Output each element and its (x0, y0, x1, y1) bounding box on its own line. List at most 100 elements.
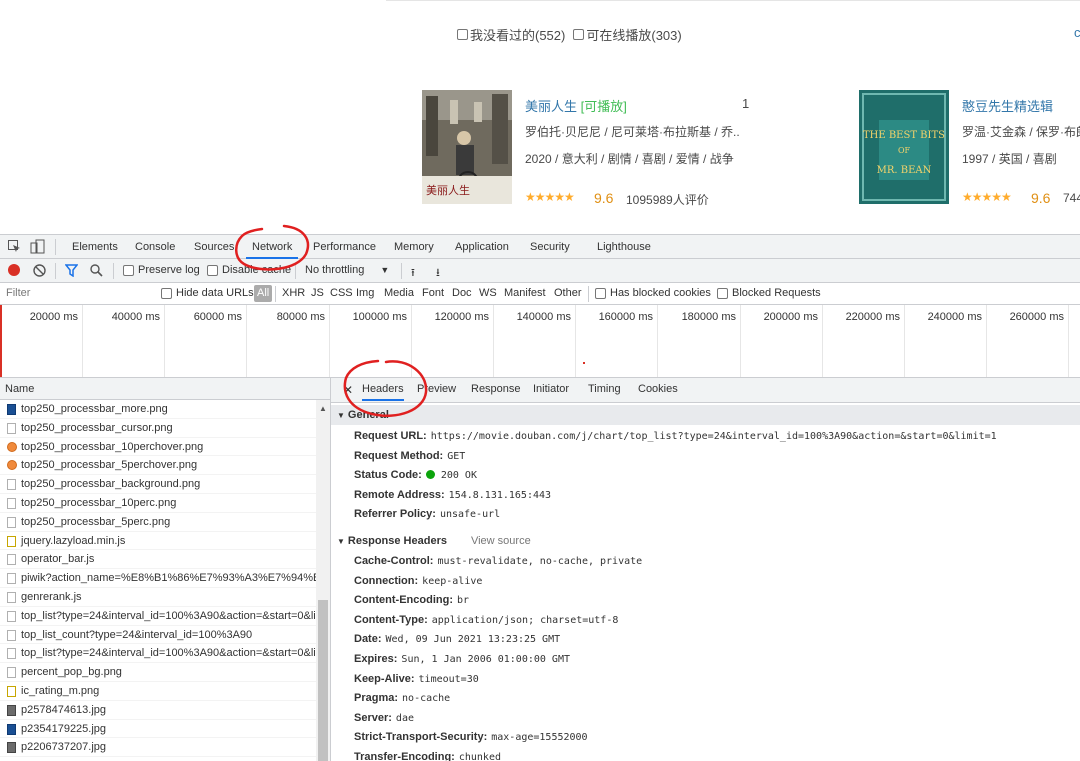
partial-link-glyph[interactable]: c (1074, 25, 1080, 40)
clear-icon[interactable] (33, 264, 46, 277)
tab-network[interactable]: Network (246, 235, 299, 259)
inspect-element-icon[interactable] (8, 240, 21, 253)
request-row[interactable]: p2206737207.jpg (0, 738, 316, 758)
movie-poster[interactable]: THE BEST BITS OF MR. BEAN (859, 90, 949, 204)
close-icon[interactable]: ✕ (343, 383, 353, 397)
checkbox-icon[interactable] (161, 287, 172, 299)
request-row[interactable]: top250_processbar_background.png (0, 475, 316, 494)
checkbox-icon[interactable] (595, 287, 606, 299)
request-row[interactable]: top250_processbar_10perc.png (0, 494, 316, 513)
filter-icon[interactable] (65, 264, 78, 277)
movie-title[interactable]: 憨豆先生精选辑 (962, 96, 1053, 115)
tab-sources[interactable]: Sources (188, 235, 240, 259)
device-toolbar-icon[interactable] (30, 239, 45, 254)
checkbox-icon[interactable] (717, 287, 728, 299)
request-row[interactable]: piwik?action_name=%E8%B1%86%E7%93%A3%E7%… (0, 569, 316, 588)
type-filter-js[interactable]: JS (311, 287, 324, 299)
filter-unwatched[interactable]: 我没看过的(552) (457, 25, 565, 44)
request-name: operator_bar.js (21, 553, 95, 566)
type-filter-all[interactable]: All (254, 285, 273, 302)
request-row[interactable]: jquery.lazyload.min.js (0, 532, 316, 551)
separator (401, 263, 402, 279)
file-type-icon (7, 591, 16, 603)
timeline-gridline (246, 305, 247, 377)
request-row[interactable]: top_list?type=24&interval_id=100%3A90&ac… (0, 607, 316, 626)
timeline-tick-label: 200000 ms (763, 311, 818, 323)
header-row: Date: Wed, 09 Jun 2021 13:23:25 GMT (354, 633, 560, 645)
request-row[interactable]: top_list_count?type=24&interval_id=100%3… (0, 626, 316, 645)
request-row[interactable]: top250_processbar_5perc.png (0, 513, 316, 532)
tab-elements[interactable]: Elements (66, 235, 124, 259)
checkbox-icon[interactable] (207, 264, 218, 276)
timeline-gridline (411, 305, 412, 377)
record-icon[interactable] (8, 264, 20, 276)
preserve-log-checkbox[interactable]: Preserve log (123, 264, 200, 276)
blocked-requests-checkbox[interactable]: Blocked Requests (717, 287, 821, 299)
view-source-link[interactable]: View source (471, 535, 531, 547)
tab-response[interactable]: Response (471, 383, 521, 395)
search-icon[interactable] (90, 264, 103, 277)
devtools-tabbar: Elements Console Sources Network Perform… (0, 234, 1080, 259)
type-filter-manifest[interactable]: Manifest (504, 287, 546, 299)
filter-playable[interactable]: 可在线播放(303) (573, 25, 682, 44)
request-row[interactable]: operator_bar.js (0, 550, 316, 570)
type-filter-media[interactable]: Media (384, 287, 414, 299)
request-row[interactable]: top250_processbar_more.png (0, 400, 316, 419)
playable-tag[interactable]: [可播放] (581, 99, 627, 114)
type-filter-css[interactable]: CSS (330, 287, 353, 299)
export-har-icon[interactable]: ⭳ (436, 264, 440, 283)
type-filter-doc[interactable]: Doc (452, 287, 472, 299)
tab-headers[interactable]: Headers (362, 383, 404, 401)
tab-lighthouse[interactable]: Lighthouse (591, 235, 657, 259)
request-row[interactable]: ic_rating_m.png (0, 682, 316, 701)
tab-security[interactable]: Security (524, 235, 576, 259)
throttling-select[interactable]: No throttling ▼ (305, 264, 389, 276)
tab-cookies[interactable]: Cookies (638, 383, 678, 395)
request-row[interactable]: top250_processbar_10perchover.png (0, 438, 316, 457)
section-response-headers[interactable]: ▼ Response Headers View source (331, 531, 1080, 551)
request-row[interactable]: genrerank.js (0, 588, 316, 607)
movie-title[interactable]: 美丽人生 [可播放] (525, 96, 627, 115)
header-key: Pragma: (354, 692, 399, 705)
movie-poster[interactable]: 美丽人生 (422, 90, 512, 204)
tab-console[interactable]: Console (129, 235, 181, 259)
hide-data-urls-checkbox[interactable]: Hide data URLs (161, 287, 254, 299)
type-filter-xhr[interactable]: XHR (282, 287, 305, 299)
request-list-scrollbar[interactable]: ▲ (316, 400, 330, 761)
import-har-icon[interactable]: ⭱ (411, 264, 415, 283)
tab-application[interactable]: Application (449, 235, 515, 259)
column-header-name[interactable]: Name (0, 378, 330, 400)
file-type-icon (7, 629, 16, 641)
tab-initiator[interactable]: Initiator (533, 383, 569, 395)
tab-memory[interactable]: Memory (388, 235, 440, 259)
type-filter-font[interactable]: Font (422, 287, 444, 299)
scroll-up-icon[interactable]: ▲ (319, 404, 327, 413)
disable-cache-checkbox[interactable]: Disable cache (207, 264, 291, 276)
filter-input[interactable]: Filter (6, 287, 30, 299)
has-blocked-cookies-checkbox[interactable]: Has blocked cookies (595, 287, 711, 299)
checkbox-icon[interactable] (457, 29, 468, 40)
request-row[interactable]: percent_pop_bg.png (0, 663, 316, 682)
tab-preview[interactable]: Preview (417, 383, 456, 395)
request-row[interactable]: p2578474613.jpg (0, 701, 316, 720)
tab-performance[interactable]: Performance (307, 235, 382, 259)
network-overview-timeline[interactable]: 20000 ms 40000 ms 60000 ms 80000 ms 100000 m… (0, 305, 1080, 378)
request-row[interactable]: p2354179225.jpg (0, 720, 316, 739)
section-general[interactable]: ▼ General (331, 405, 1080, 425)
type-filter-other[interactable]: Other (554, 287, 582, 299)
header-value: dae (395, 712, 414, 724)
movie-card-1: 美丽人生 美丽人生 [可播放] 1 罗伯托·贝尼尼 / 尼可莱塔·布拉斯基 / … (422, 90, 762, 210)
timeline-tick-label: 160000 ms (598, 311, 653, 323)
scroll-thumb[interactable] (318, 600, 328, 761)
request-row[interactable]: top250_processbar_cursor.png (0, 419, 316, 438)
checkbox-icon[interactable] (573, 29, 585, 40)
request-row[interactable]: top_list?type=24&interval_id=100%3A90&ac… (0, 644, 316, 664)
header-row: Strict-Transport-Security: max-age=155520… (354, 731, 588, 743)
checkbox-icon[interactable] (123, 264, 134, 276)
header-key: Date: (354, 633, 382, 646)
tab-timing[interactable]: Timing (588, 383, 621, 395)
type-filter-img[interactable]: Img (356, 287, 374, 299)
network-toolbar: Preserve log Disable cache No throttling… (0, 259, 1080, 283)
request-row[interactable]: top250_processbar_5perchover.png (0, 456, 316, 476)
type-filter-ws[interactable]: WS (479, 287, 497, 299)
